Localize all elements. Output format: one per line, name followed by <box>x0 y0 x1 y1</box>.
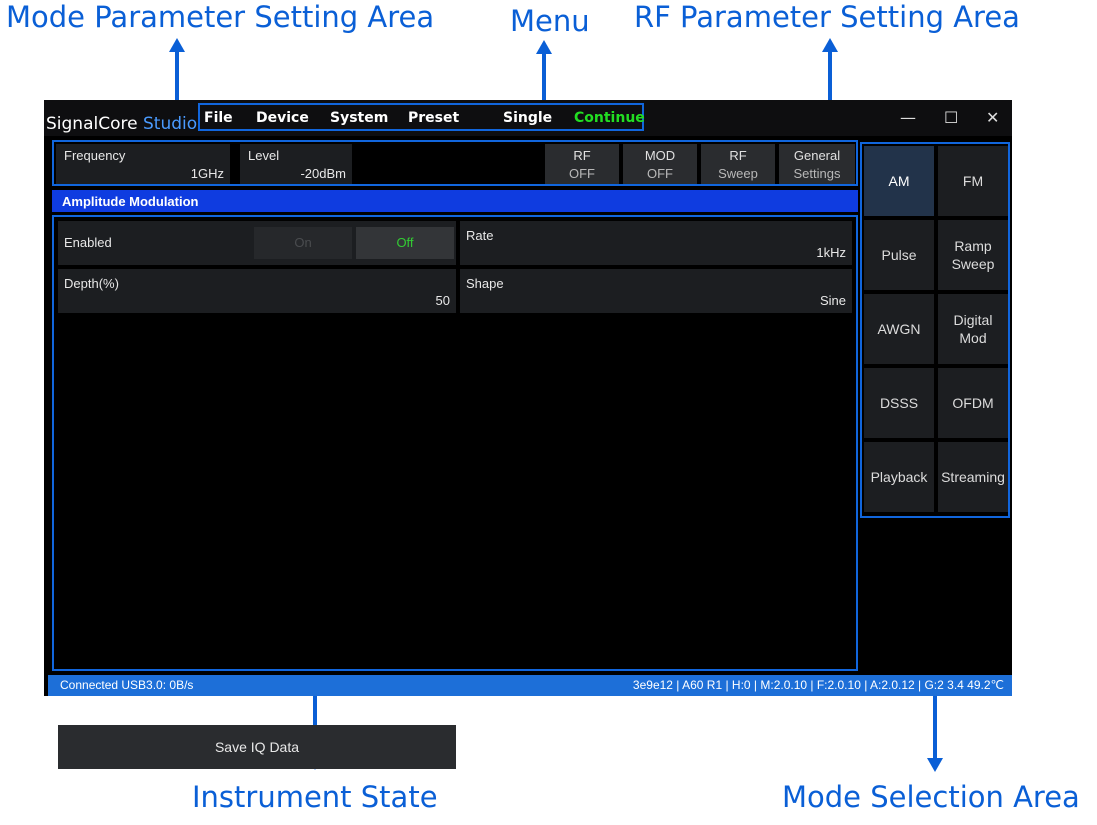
on-toggle[interactable]: On <box>254 227 352 259</box>
rate-field[interactable]: Rate 1kHz <box>460 221 852 265</box>
mod-button[interactable]: MOD OFF <box>623 144 697 184</box>
callout-rf-parameter-area: RF Parameter Setting Area <box>634 0 1020 34</box>
mod-state: OFF <box>647 166 673 181</box>
minimize-icon[interactable]: — <box>900 108 916 127</box>
rate-value: 1kHz <box>816 245 846 260</box>
rf-sweep-sub: Sweep <box>718 166 758 181</box>
section-title: Amplitude Modulation <box>62 194 199 209</box>
mode-am[interactable]: AM <box>864 146 934 216</box>
mode-streaming[interactable]: Streaming <box>938 442 1008 512</box>
mode-fm[interactable]: FM <box>938 146 1008 216</box>
arrow-line <box>542 52 546 104</box>
rf-output-button[interactable]: RF OFF <box>545 144 619 184</box>
app-title-main: SignalCore <box>46 114 138 134</box>
maximize-icon[interactable]: ☐ <box>944 108 958 127</box>
frequency-field[interactable]: Frequency 1GHz <box>56 144 230 184</box>
menu-device[interactable]: Device <box>256 110 309 126</box>
frequency-value: 1GHz <box>190 166 224 181</box>
mode-selection-area: AM FM Pulse Ramp Sweep AWGN Digital Mod … <box>860 142 1010 518</box>
frequency-label: Frequency <box>64 148 126 163</box>
mode-digital-mod[interactable]: Digital Mod <box>938 294 1008 364</box>
menu-preset[interactable]: Preset <box>408 110 459 126</box>
level-label: Level <box>248 148 280 163</box>
close-icon[interactable]: ✕ <box>986 108 999 127</box>
menu-bar: File Device System Preset Single Continu… <box>198 103 645 131</box>
rf-output-state: OFF <box>569 166 595 181</box>
device-info: 3e9e12 | A60 R1 | H:0 | M:2.0.10 | F:2.0… <box>632 678 1004 692</box>
shape-field[interactable]: Shape Sine <box>460 269 852 313</box>
title-bar: SignalCore Studio File Device System Pre… <box>44 100 1012 136</box>
off-toggle[interactable]: Off <box>356 227 454 259</box>
mode-awgn[interactable]: AWGN <box>864 294 934 364</box>
section-title-bar: Amplitude Modulation <box>52 190 858 212</box>
rf-parameter-bar: Frequency 1GHz Level -20dBm RF OFF MOD O… <box>52 140 858 186</box>
menu-system[interactable]: System <box>330 110 388 126</box>
mod-label: MOD <box>644 148 676 163</box>
connection-status: Connected USB3.0: 0B/s <box>60 678 194 692</box>
mode-ofdm[interactable]: OFDM <box>938 368 1008 438</box>
instrument-status-bar: Connected USB3.0: 0B/s 3e9e12 | A60 R1 |… <box>48 675 1012 696</box>
mode-parameter-area: Enabled On Off Rate 1kHz Depth(%) 50 Sha… <box>52 215 858 769</box>
rf-output-label: RF <box>573 148 591 163</box>
save-iq-data-button[interactable]: Save IQ Data <box>58 725 456 769</box>
depth-value: 50 <box>435 293 450 308</box>
level-field[interactable]: Level -20dBm <box>240 144 352 184</box>
callout-mode-parameter-area: Mode Parameter Setting Area <box>6 0 435 34</box>
enabled-label: Enabled <box>64 235 112 250</box>
general-settings-button[interactable]: General Settings <box>779 144 855 184</box>
depth-field[interactable]: Depth(%) 50 <box>58 269 456 313</box>
rate-label: Rate <box>466 228 494 243</box>
shape-label: Shape <box>466 276 504 291</box>
app-title-accent: Studio <box>142 114 198 134</box>
callout-instrument-state: Instrument State <box>192 780 438 814</box>
menu-continue[interactable]: Continue <box>574 110 645 126</box>
shape-value: Sine <box>819 293 846 308</box>
callout-menu: Menu <box>510 4 590 38</box>
arrow-down-icon <box>927 758 943 772</box>
settings-label: Settings <box>793 166 841 181</box>
mode-playback[interactable]: Playback <box>864 442 934 512</box>
rf-sweep-button[interactable]: RF Sweep <box>701 144 775 184</box>
mode-ramp-sweep[interactable]: Ramp Sweep <box>938 220 1008 290</box>
rf-sweep-label: RF <box>729 148 747 163</box>
level-value: -20dBm <box>300 166 346 181</box>
mode-pulse[interactable]: Pulse <box>864 220 934 290</box>
app-window: SignalCore Studio File Device System Pre… <box>44 100 1012 769</box>
mode-dsss[interactable]: DSSS <box>864 368 934 438</box>
callout-mode-selection-area: Mode Selection Area <box>782 780 1080 814</box>
menu-single[interactable]: Single <box>503 110 552 126</box>
depth-label: Depth(%) <box>64 276 119 291</box>
enabled-row: Enabled On Off <box>58 221 456 265</box>
general-label: General <box>793 148 841 163</box>
app-title: SignalCore Studio <box>46 114 197 134</box>
menu-file[interactable]: File <box>204 110 233 126</box>
